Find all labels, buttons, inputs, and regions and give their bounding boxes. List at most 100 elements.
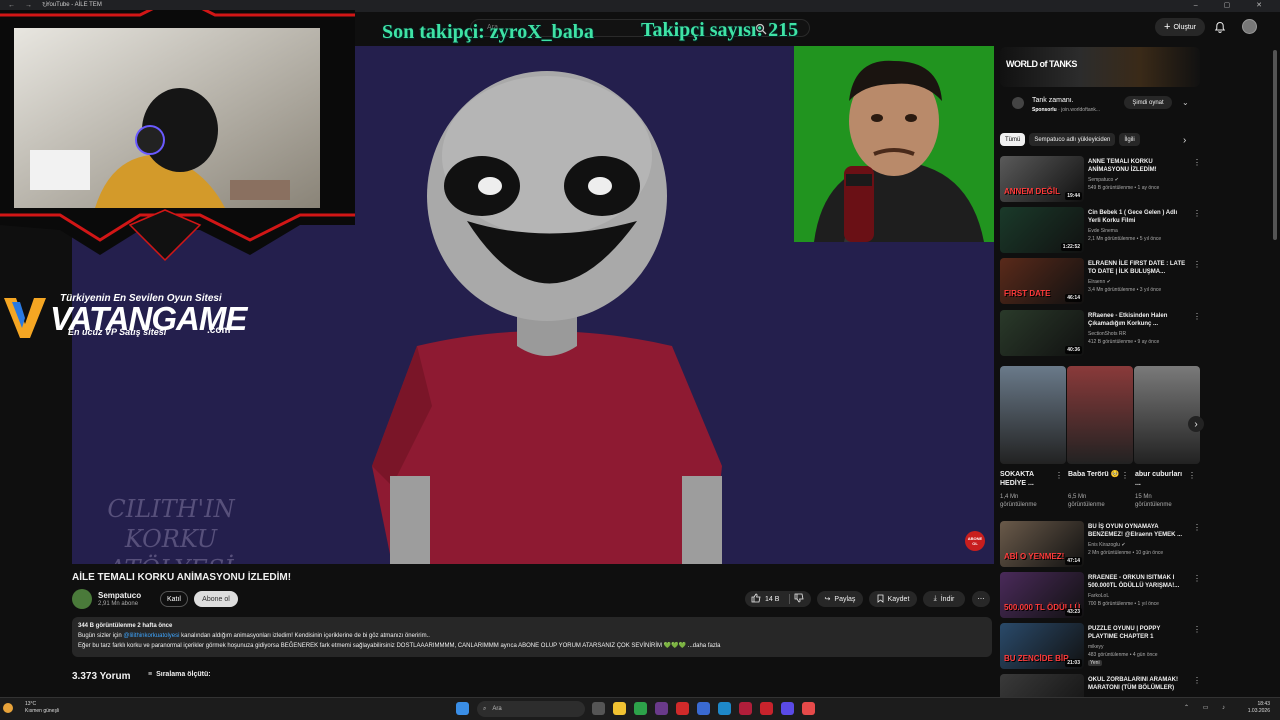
obs-icon[interactable] <box>655 702 668 715</box>
app-red-icon[interactable] <box>739 702 752 715</box>
video-thumbnail[interactable]: ANNEM DEĞİL 19:44 <box>1000 156 1084 202</box>
more-options-icon[interactable]: ⋮ <box>1193 158 1201 167</box>
system-tray[interactable]: ⌃ ▭ ♪ <box>1184 704 1231 711</box>
recommendation-channel[interactable]: Sempatuco ✔ <box>1088 177 1119 183</box>
weather-widget[interactable]: 13°C Kısmen güneşli <box>25 701 59 715</box>
recommendation-channel[interactable]: Elraenn ✔ <box>1088 279 1111 285</box>
video-thumbnail[interactable]: ABİ O YENMEZ! 47:14 <box>1000 521 1084 567</box>
youtube-app-icon[interactable] <box>676 702 689 715</box>
page-scrollbar[interactable] <box>1273 50 1277 240</box>
more-options-icon[interactable]: ⋮ <box>1193 523 1201 532</box>
thumbnail-caption: ABİ O YENMEZ! <box>1004 552 1065 561</box>
create-button[interactable]: + Oluştur <box>1155 18 1205 36</box>
taskbar-search[interactable]: ⌕ Ara <box>477 701 585 717</box>
taskbar-apps <box>456 702 469 715</box>
recommendation-title[interactable]: ELRAENN İLE FIRST DATE : LATE TO DATE | … <box>1088 260 1188 276</box>
video-thumbnail[interactable]: 40:36 <box>1000 310 1084 356</box>
more-options-icon[interactable]: ⋮ <box>1193 312 1201 321</box>
opera-icon[interactable] <box>760 702 773 715</box>
video-thumbnail[interactable]: 500.000 TL ÖDÜLLÜ 43:23 <box>1000 572 1084 618</box>
recommendation-title[interactable]: BU İŞ OYUN OYNAMAYA BENZEMEZ! @Elraenn Y… <box>1088 523 1188 539</box>
recommendation-channel[interactable]: Evde Sinema <box>1088 228 1118 234</box>
file-explorer-icon[interactable] <box>613 702 626 715</box>
recommendation-item[interactable]: FIRST DATE 46:14 ELRAENN İLE FIRST DATE : … <box>1000 258 1201 304</box>
short-thumb-2[interactable] <box>1067 366 1133 464</box>
short-title-2[interactable]: Baba Terörü 🥺 <box>1068 470 1122 479</box>
channel-name[interactable]: Sempatuco <box>98 591 141 600</box>
taskbar-clock[interactable]: 18:43 1.03.2026 <box>1244 701 1270 715</box>
browser-tab-title[interactable]: YouTube - AİLE TEM <box>46 2 102 8</box>
save-button[interactable]: Kaydet <box>869 591 917 607</box>
weather-desc: Kısmen güneşli <box>25 708 60 714</box>
short-thumb-3[interactable] <box>1134 366 1200 464</box>
subscribe-button[interactable]: Abone ol <box>194 591 238 607</box>
short-title-1[interactable]: SOKAKTA HEDİYE ... <box>1000 470 1054 488</box>
taskview-icon[interactable] <box>592 702 605 715</box>
windows-taskbar: 13°C Kısmen güneşli ⌕ Ara ⌃ ▭ ♪ 18:43 1.… <box>0 697 1280 720</box>
chip-related[interactable]: İlgili <box>1119 133 1140 146</box>
ad-brand-icon <box>1012 97 1024 109</box>
video-thumbnail[interactable]: 1:22:52 <box>1000 207 1084 253</box>
recommendation-item[interactable]: BU ZENCİDE BİR 21:03 PUZZLE OYUNU | POPPY … <box>1000 623 1201 669</box>
ad-sponsor-label: Sponsorlu <box>1032 107 1057 113</box>
recommendation-channel[interactable]: Enis Kirazoglu ✔ <box>1088 542 1126 548</box>
sponsored-ad[interactable]: WORLD of TANKS Tank zamanı. Sponsorlu · … <box>1000 47 1200 121</box>
video-thumbnail[interactable]: FIRST DATE 46:14 <box>1000 258 1084 304</box>
more-options-icon[interactable]: ⋮ <box>1193 625 1201 634</box>
sort-button[interactable]: ≡ Sıralama ölçütü: <box>148 671 211 678</box>
more-options-icon[interactable]: ⋮ <box>1193 676 1201 685</box>
chip-all[interactable]: Tümü <box>1000 133 1026 146</box>
recommendation-title[interactable]: OKUL ZORBALARINI ARAMAK! MARATONI (TÜM B… <box>1088 676 1188 692</box>
more-actions-button[interactable]: ⋯ <box>972 591 990 607</box>
more-options-icon[interactable]: ⋮ <box>1193 260 1201 269</box>
recommendation-item[interactable]: 40:36 RRaenee - Etkisinden Halen Çıkamadı… <box>1000 310 1201 356</box>
shorts-next-chevron-icon[interactable]: › <box>1188 416 1204 432</box>
recommendation-title[interactable]: Cin Bebek 1 ( Gece Gelen ) Adlı Yerli Ko… <box>1088 209 1188 225</box>
app-game-icon[interactable] <box>802 702 815 715</box>
recommendation-channel[interactable]: FarkoLoL <box>1088 593 1109 599</box>
channel-avatar[interactable] <box>72 589 92 609</box>
weather-sun-icon <box>3 703 13 713</box>
chrome-icon[interactable] <box>634 702 647 715</box>
recommendation-item[interactable]: 1:22:52 Cin Bebek 1 ( Gece Gelen ) Adlı Y… <box>1000 207 1201 253</box>
app-purple-icon[interactable] <box>781 702 794 715</box>
chevron-right-icon[interactable]: › <box>1183 135 1186 146</box>
more-options-icon[interactable]: ⋮ <box>1193 209 1201 218</box>
short-title-3[interactable]: abur cuburları ... <box>1135 470 1185 488</box>
window-controls[interactable]: – ▢ ✕ <box>1194 1 1274 9</box>
notifications-bell-icon[interactable] <box>1214 20 1226 33</box>
ad-cta-button[interactable]: Şimdi oynat <box>1124 96 1172 109</box>
account-avatar[interactable] <box>1242 19 1257 34</box>
chevron-down-icon[interactable]: ⌄ <box>1182 98 1189 107</box>
share-button[interactable]: ↪ Paylaş <box>817 591 863 607</box>
short-more-icon-1[interactable]: ⋮ <box>1055 471 1063 480</box>
recommendation-item[interactable]: ABİ O YENMEZ! 47:14 BU İŞ OYUN OYNAMAYA BE… <box>1000 521 1201 567</box>
dislike-icon[interactable] <box>794 593 804 605</box>
short-more-icon-2[interactable]: ⋮ <box>1121 471 1129 480</box>
recommendation-title[interactable]: ANNE TEMALI KORKU ANİMASYONU İZLEDİM! <box>1088 158 1188 174</box>
chip-from-uploader[interactable]: Sempatuco adlı yükleyiciden <box>1029 133 1116 146</box>
more-options-icon[interactable]: ⋮ <box>1193 574 1201 583</box>
like-count[interactable]: 14 B <box>765 596 779 603</box>
recommendation-item[interactable]: ANNEM DEĞİL 19:44 ANNE TEMALI KORKU ANİMAS… <box>1000 156 1201 202</box>
recommendation-title[interactable]: PUZZLE OYUNU | POPPY PLAYTIME CHAPTER 1 <box>1088 625 1188 641</box>
recommendation-views: 412 B görüntülenme • 9 ay önce <box>1088 339 1160 345</box>
recommendation-channel[interactable]: SectionShots RR <box>1088 331 1126 337</box>
recommendation-channel[interactable]: mikeyy <box>1088 644 1104 650</box>
short-thumb-1[interactable] <box>1000 366 1066 464</box>
like-icon[interactable] <box>751 593 761 605</box>
download-button[interactable]: ⤓ İndir <box>923 591 965 607</box>
recommendation-title[interactable]: RRaenee - Etkisinden Halen Çıkamadığım K… <box>1088 312 1188 328</box>
video-description[interactable]: 344 B görüntülenme 2 hafta önce Bugün si… <box>72 617 992 657</box>
recommendation-item[interactable]: 500.000 TL ÖDÜLLÜ 43:23 RRAENEE - ORKUN IS… <box>1000 572 1201 618</box>
start-windows-icon[interactable] <box>456 702 469 715</box>
ad-banner-image[interactable]: WORLD of TANKS <box>1000 47 1200 87</box>
edge-icon[interactable] <box>718 702 731 715</box>
short-more-icon-3[interactable]: ⋮ <box>1188 471 1196 480</box>
join-button[interactable]: Katıl <box>160 591 188 607</box>
recommendation-title[interactable]: RRAENEE - ORKUN ISITMAK I 500.000TL ÖDÜL… <box>1088 574 1188 590</box>
discord-icon[interactable] <box>697 702 710 715</box>
filter-chips: Tümü Sempatuco adlı yükleyiciden İlgili <box>1000 133 1140 146</box>
video-thumbnail[interactable]: BU ZENCİDE BİR 21:03 <box>1000 623 1084 669</box>
desc-channel-link[interactable]: @lilithinkorkuatolyesi <box>123 633 179 639</box>
